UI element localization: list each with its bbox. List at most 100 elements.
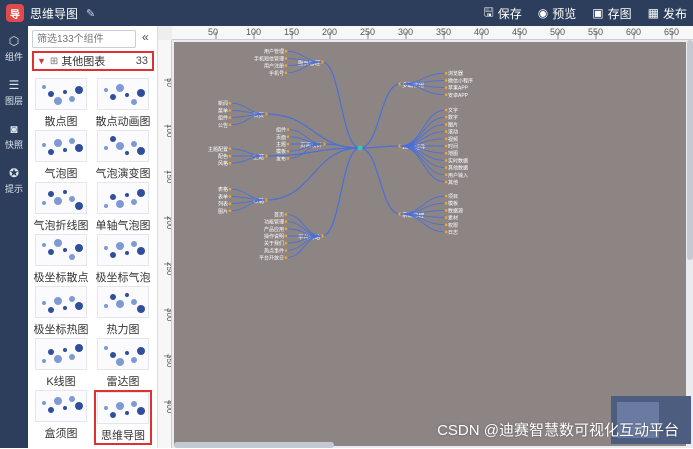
component-label: 气泡折线图 xyxy=(33,220,89,232)
mindmap-leaf-node xyxy=(284,64,288,67)
component-boxplot[interactable]: 盒须图 xyxy=(32,390,90,441)
mindmap-leaf-label: 功能管理 xyxy=(264,219,284,226)
component-dots[interactable]: 散点图 xyxy=(32,78,90,129)
mindmap-leaf-node xyxy=(228,123,232,127)
toolbar-actions: 🖫 保存 ◉ 预览 ▣ 存图 ▦ 发布 xyxy=(484,0,687,26)
ruler-top-label: 300 xyxy=(398,27,413,37)
mindmap-leaf-node xyxy=(444,230,448,234)
image-icon: ▣ xyxy=(592,6,604,20)
mindmap-thumbnail-icon xyxy=(97,392,149,424)
ruler-top: 5010015020025030035040045050055060065070… xyxy=(172,26,693,40)
mindmap-leaf-node xyxy=(284,71,288,75)
mindmap-leaf-label: 数据源 xyxy=(448,207,463,214)
nav-components[interactable]: ⬡ 组件 xyxy=(0,26,28,70)
ruler-top-label: 100 xyxy=(246,27,261,37)
mindmap-leaf-node xyxy=(286,149,290,153)
component-dots-anim[interactable]: 散点动画图 xyxy=(94,78,152,129)
ruler-left-label: 300 xyxy=(165,308,172,322)
mindmap-leaf-node xyxy=(284,256,288,259)
publish-button[interactable]: ▦ 发布 xyxy=(648,5,687,22)
nav-snapshot[interactable]: ◙ 快照 xyxy=(0,114,28,158)
publish-icon: ▦ xyxy=(647,6,659,20)
mindmap-leaf-node xyxy=(286,142,290,146)
ruler-left-ticks: 50 100 150 200 250 300 350 400 xyxy=(164,78,172,414)
component-heatmap[interactable]: 热力图 xyxy=(94,286,152,337)
design-canvas[interactable]: 服务管理 用户管理 手机短信管理 用户注册 手机号 页面设计 组件 页面 主题 模板 发布 首页 新闻菜… xyxy=(174,42,686,446)
save-image-button[interactable]: ▣ 存图 xyxy=(592,5,631,22)
mindmap-leaf-label: 数字 xyxy=(448,114,458,121)
ruler-left-label: 250 xyxy=(165,262,172,276)
mindmap-leaf-label: 滚动 xyxy=(448,129,458,136)
ruler-top-label: 200 xyxy=(322,27,337,37)
component-polar-bubble[interactable]: 极坐标气泡 xyxy=(94,234,152,285)
vertical-scrollbar[interactable] xyxy=(687,40,693,260)
mindmap-leaf-label: 视频 xyxy=(448,136,458,143)
component-single-axis[interactable]: 单轴气泡图 xyxy=(94,182,152,233)
mindmap-leaf-label: 文字 xyxy=(448,107,458,114)
polar-scatter-thumbnail-icon xyxy=(35,234,87,266)
ruler-left-label: 350 xyxy=(165,354,172,368)
nav-tips-label: 提示 xyxy=(4,183,23,194)
mindmap-leaf-node xyxy=(444,108,448,112)
collapse-panel-icon[interactable]: « xyxy=(142,30,149,44)
mindmap-leaf-node xyxy=(444,180,448,184)
component-radar[interactable]: 雷达图 xyxy=(94,338,152,389)
mindmap-leaf-label: 菜单 xyxy=(218,107,228,114)
save-button[interactable]: 🖫 保存 xyxy=(484,3,522,24)
chart-group-icon: ⊞ xyxy=(49,55,59,67)
ruler-corner xyxy=(158,26,172,40)
mindmap-leaf-node xyxy=(284,213,288,216)
save-icon: 🖫 xyxy=(483,4,494,19)
mindmap-leaf-label: 组件 xyxy=(218,115,228,122)
component-label: 散点动画图 xyxy=(95,116,151,128)
heatmap-thumbnail-icon xyxy=(97,286,149,318)
mindmap-leaf-node xyxy=(444,79,448,82)
bubble-line-thumbnail-icon xyxy=(35,182,87,214)
mindmap-leaf-label: 组件 xyxy=(276,127,286,134)
mindmap-leaf-label: 时间 xyxy=(448,143,458,150)
mindmap-leaf-node xyxy=(444,194,448,198)
dots-thumbnail-icon xyxy=(35,78,87,110)
left-nav: ⬡ 组件 ☰ 图层 ◙ 快照 ✪ 提示 xyxy=(0,26,28,448)
component-bubble[interactable]: 气泡图 xyxy=(32,130,90,181)
ruler-top-label: 250 xyxy=(360,27,375,37)
group-other-charts[interactable]: ▼ ⊞ 其他图表 33 xyxy=(32,51,154,71)
mindmap-leaf-node xyxy=(286,128,290,131)
component-mindmap[interactable]: 思维导图 xyxy=(94,390,152,445)
mindmap-leaf-label: 用户管理 xyxy=(264,48,284,55)
component-bubble-line[interactable]: 气泡折线图 xyxy=(32,182,90,233)
mindmap-leaf-label: 手机号 xyxy=(269,70,284,77)
nav-snapshot-label: 快照 xyxy=(4,139,23,150)
horizontal-scrollbar[interactable] xyxy=(174,442,334,448)
component-polar-scatter[interactable]: 极坐标散点 xyxy=(32,234,90,285)
app-logo-icon: 导 xyxy=(6,4,24,22)
mindmap-leaf-label: 地图 xyxy=(448,150,458,157)
mindmap-leaf-node xyxy=(444,159,448,162)
mindmap-leaf-node xyxy=(284,249,288,252)
mindmap-leaf-label: 安卓APP xyxy=(448,92,469,99)
mindmap-leaf-label: 页面 xyxy=(276,135,286,141)
mindmap-leaf-node xyxy=(284,49,288,53)
mindmap-leaf-node xyxy=(286,157,290,160)
component-kline[interactable]: K线图 xyxy=(32,338,90,389)
mindmap-chart[interactable]: 服务管理用户管理手机短信管理用户注册手机号页面设计组件页面主题模板发布首页新闻菜… xyxy=(174,42,686,446)
mindmap-leaf-node xyxy=(228,195,232,198)
mindmap-leaf-link xyxy=(399,116,447,147)
nav-layers[interactable]: ☰ 图层 xyxy=(0,70,28,114)
component-search-input[interactable] xyxy=(32,30,136,48)
mindmap-leaf-label: 其他 xyxy=(448,179,458,186)
nav-tips[interactable]: ✪ 提示 xyxy=(0,158,28,202)
mindmap-branch-link xyxy=(321,147,361,237)
mindmap-leaf-node xyxy=(284,220,288,223)
mindmap-leaf-node xyxy=(444,144,448,148)
component-label: 单轴气泡图 xyxy=(95,220,151,232)
component-polar-heat[interactable]: 极坐标热图 xyxy=(32,286,90,337)
workspace: 5010015020025030035040045050055060065070… xyxy=(158,26,693,448)
edit-title-icon[interactable]: ✎ xyxy=(86,7,95,20)
component-label: 雷达图 xyxy=(106,376,140,388)
group-label: 其他图表 xyxy=(61,56,106,68)
mindmap-leaf-node xyxy=(444,173,448,177)
mindmap-leaf-label: 主题配置 xyxy=(208,146,228,153)
preview-button[interactable]: ◉ 预览 xyxy=(538,5,577,22)
component-bubble-evo[interactable]: 气泡演变图 xyxy=(94,130,152,181)
